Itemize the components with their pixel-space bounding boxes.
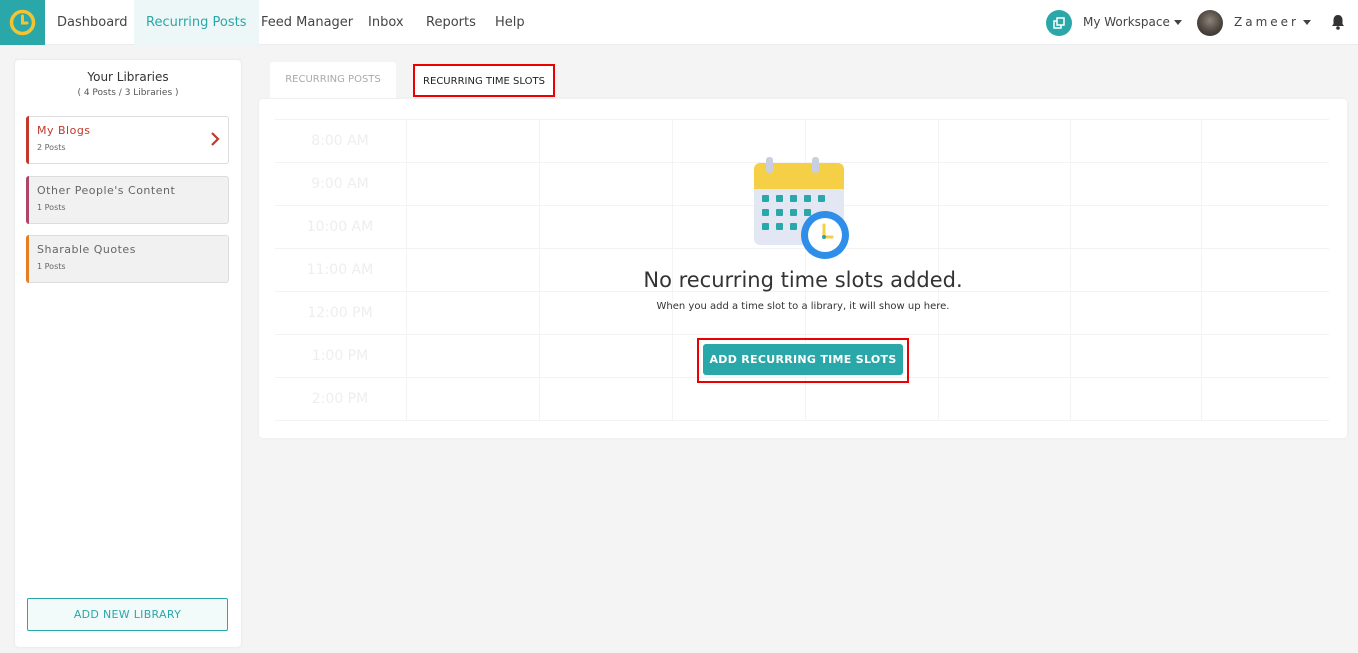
time-label: 9:00 AM [311, 176, 369, 192]
chevron-right-icon [211, 132, 220, 146]
grid-line [539, 119, 540, 421]
app-logo[interactable] [0, 0, 45, 45]
top-nav: Dashboard Recurring Posts Feed Manager I… [0, 0, 1358, 45]
time-label: 2:00 PM [311, 391, 369, 407]
windows-icon [1053, 17, 1065, 29]
time-label: 11:00 AM [306, 262, 374, 278]
calendar-clock-icon [754, 157, 849, 259]
tab-recurring-posts[interactable]: RECURRING POSTS [270, 62, 396, 98]
library-count: 1 Posts [37, 262, 66, 271]
tab-recurring-time-slots[interactable]: RECURRING TIME SLOTS [413, 64, 555, 97]
chevron-down-icon[interactable] [1303, 20, 1311, 25]
grid-line [275, 119, 1329, 120]
empty-state-subtitle: When you add a time slot to a library, i… [656, 301, 950, 312]
clock-logo-icon [9, 9, 36, 36]
library-item-my-blogs[interactable]: My Blogs 2 Posts [26, 116, 229, 164]
add-new-library-button[interactable]: ADD NEW LIBRARY [27, 598, 228, 631]
sidebar-subtitle: ( 4 Posts / 3 Libraries ) [77, 88, 179, 98]
grid-line [1201, 119, 1202, 421]
library-item-sharable-quotes[interactable]: Sharable Quotes 1 Posts [26, 235, 229, 283]
time-label: 1:00 PM [311, 348, 369, 364]
time-label: 8:00 AM [311, 133, 369, 149]
nav-dashboard[interactable]: Dashboard [45, 0, 140, 45]
library-count: 1 Posts [37, 203, 66, 212]
grid-line [1070, 119, 1071, 421]
libraries-sidebar: Your Libraries ( 4 Posts / 3 Libraries )… [15, 60, 241, 647]
chevron-down-icon[interactable] [1174, 20, 1182, 25]
empty-state-title: No recurring time slots added. [643, 268, 963, 292]
library-name: Sharable Quotes [37, 243, 136, 256]
sidebar-title: Your Libraries [87, 70, 169, 84]
nav-feed-manager[interactable]: Feed Manager [249, 0, 365, 45]
nav-help[interactable]: Help [483, 0, 537, 45]
library-item-other-peoples-content[interactable]: Other People's Content 1 Posts [26, 176, 229, 224]
bell-icon[interactable] [1331, 14, 1345, 30]
add-recurring-time-slots-button[interactable]: ADD RECURRING TIME SLOTS [703, 344, 903, 375]
nav-inbox[interactable]: Inbox [356, 0, 416, 45]
grid-line [275, 334, 1329, 335]
workspace-icon[interactable] [1046, 10, 1072, 36]
user-menu[interactable]: Zameer [1234, 0, 1299, 45]
nav-recurring-posts[interactable]: Recurring Posts [134, 0, 259, 45]
nav-reports[interactable]: Reports [414, 0, 488, 45]
library-color-bar [26, 235, 29, 283]
library-name: My Blogs [37, 124, 91, 137]
avatar[interactable] [1197, 10, 1223, 36]
library-color-bar [26, 176, 29, 224]
grid-line [406, 119, 407, 421]
time-label: 12:00 PM [307, 305, 373, 321]
library-color-bar [26, 116, 29, 164]
library-name: Other People's Content [37, 184, 176, 197]
time-label: 10:00 AM [306, 219, 374, 235]
workspace-selector[interactable]: My Workspace [1083, 0, 1170, 45]
grid-line [275, 420, 1329, 421]
library-count: 2 Posts [37, 143, 66, 152]
